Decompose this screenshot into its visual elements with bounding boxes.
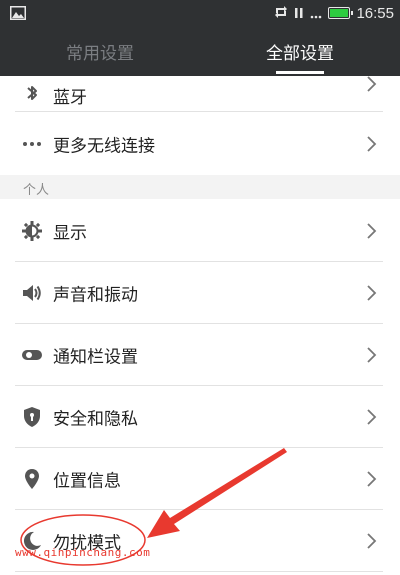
row-label: 蓝牙 — [53, 88, 87, 108]
chevron-right-icon — [366, 135, 378, 152]
chevron-right-icon — [366, 409, 378, 425]
pause-icon — [294, 4, 304, 23]
row-label: 更多无线连接 — [53, 136, 155, 156]
status-bar: 16:55 — [0, 0, 400, 26]
chevron-right-icon — [366, 285, 378, 301]
toggle-icon — [21, 344, 43, 366]
settings-row-sound[interactable]: 声音和振动 — [0, 262, 400, 324]
row-label: 显示 — [53, 223, 87, 243]
image-icon — [10, 5, 26, 24]
chevron-right-icon — [366, 222, 378, 239]
section-title: 个人 — [23, 183, 50, 198]
sync-icon — [274, 4, 288, 23]
signal-dots-icon — [310, 4, 322, 23]
active-tab-indicator — [276, 71, 324, 74]
speaker-icon — [21, 282, 43, 304]
watermark-text: www.qinpinchang.com — [15, 546, 151, 559]
shield-icon — [21, 406, 43, 428]
settings-row-location[interactable]: 位置信息 — [0, 448, 400, 510]
settings-row-display[interactable]: 显示 — [0, 199, 400, 262]
battery-icon — [328, 7, 354, 19]
chevron-right-icon — [366, 347, 378, 363]
display-gear-icon — [21, 220, 43, 242]
settings-row-security-privacy[interactable]: 安全和隐私 — [0, 386, 400, 448]
tab-all-settings[interactable]: 全部设置 — [200, 26, 400, 76]
settings-row-do-not-disturb[interactable]: 勿扰模式 — [0, 510, 400, 572]
section-header-personal: 个人 — [0, 175, 400, 199]
settings-row-notification-bar[interactable]: 通知栏设置 — [0, 324, 400, 386]
settings-tab-bar: 常用设置 全部设置 — [0, 26, 400, 76]
more-dots-icon — [21, 133, 43, 155]
chevron-right-icon — [366, 471, 378, 487]
row-label: 声音和振动 — [53, 285, 138, 306]
status-time: 16:55 — [356, 4, 394, 22]
bluetooth-icon — [21, 83, 43, 105]
tab-common-settings[interactable]: 常用设置 — [0, 26, 200, 76]
settings-row-more-wireless[interactable]: 更多无线连接 — [0, 112, 400, 175]
location-pin-icon — [21, 468, 43, 490]
row-label: 安全和隐私 — [53, 409, 138, 430]
chevron-right-icon — [366, 533, 378, 549]
settings-row-bluetooth[interactable]: 蓝牙 — [0, 76, 400, 112]
row-label: 通知栏设置 — [53, 347, 138, 368]
chevron-right-icon — [366, 76, 378, 92]
row-label: 位置信息 — [53, 471, 121, 492]
